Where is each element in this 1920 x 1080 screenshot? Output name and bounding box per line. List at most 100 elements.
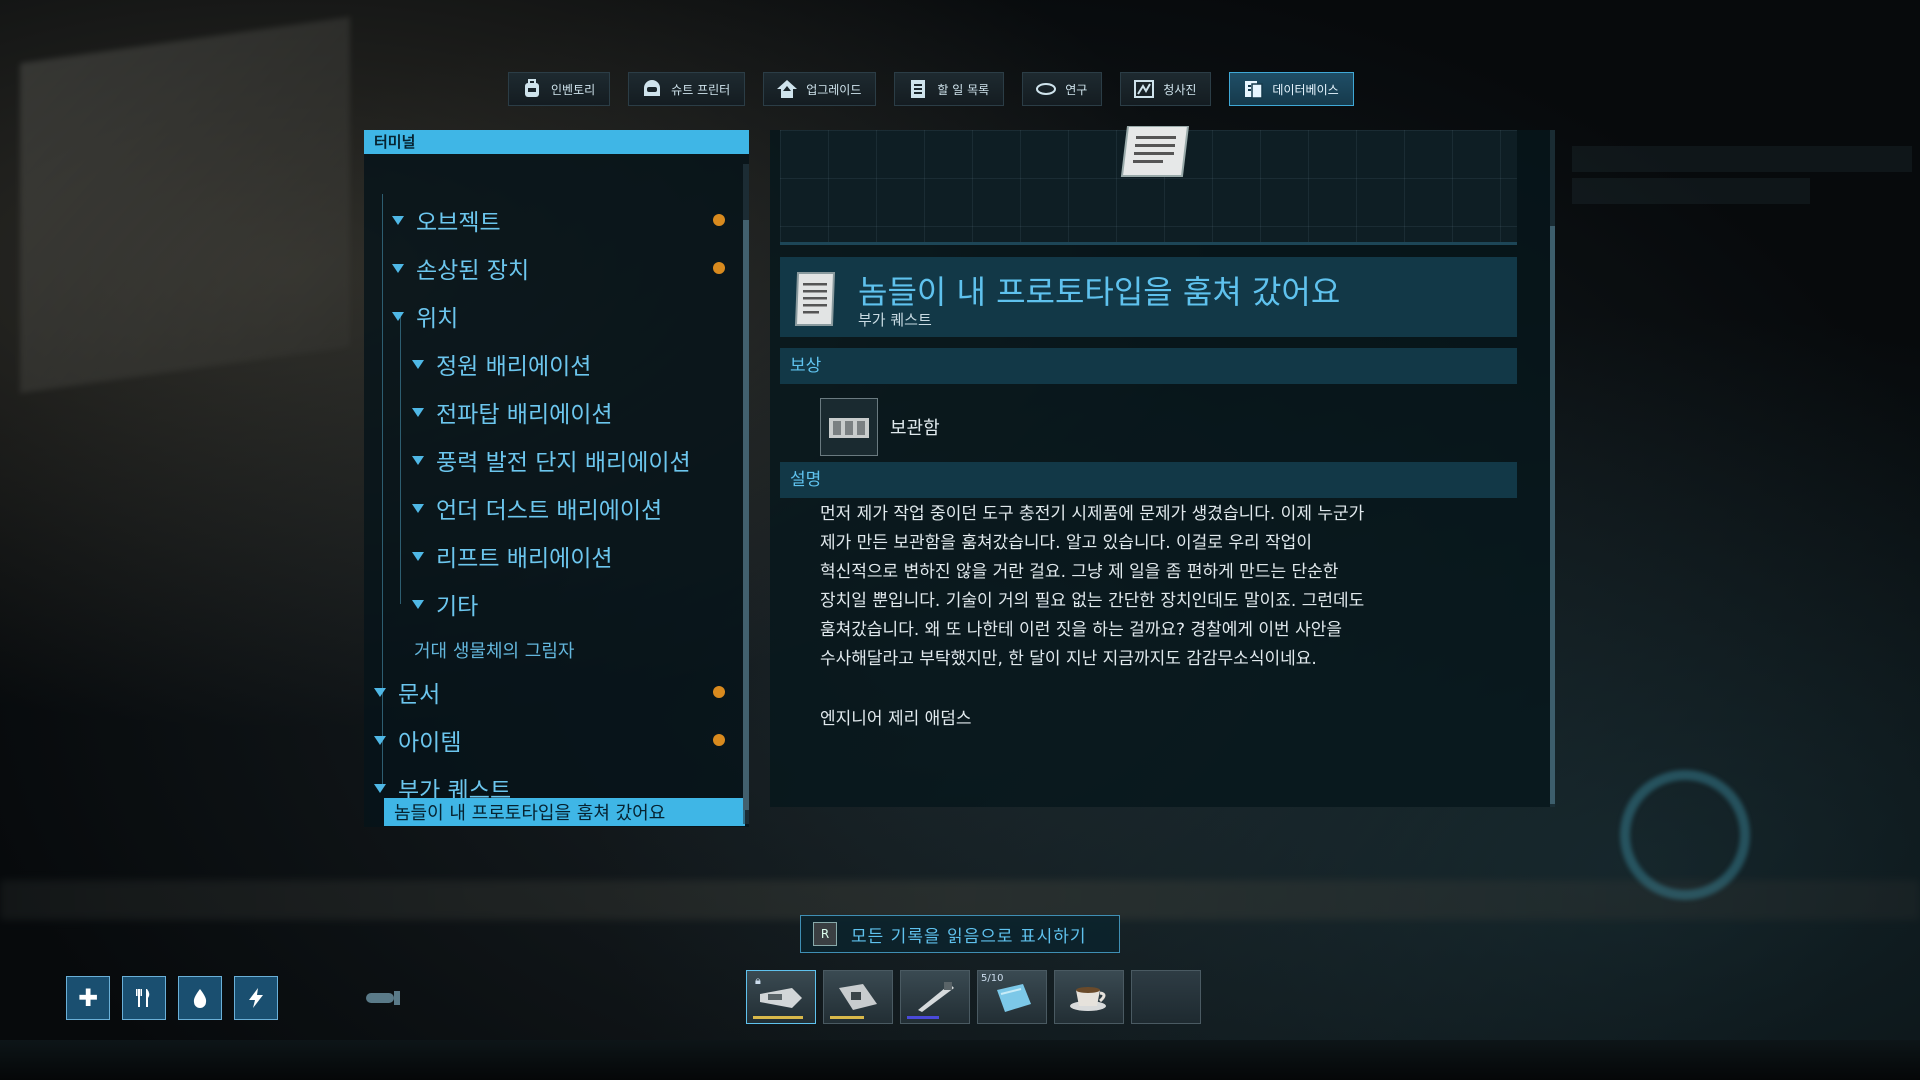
- tree-item-label: 언더 더스트 배리에이션: [436, 498, 663, 524]
- hotbar-slot-2[interactable]: [823, 970, 893, 1024]
- tree-item-garden-variation[interactable]: 정원 배리에이션: [412, 344, 731, 384]
- player-status-bar: ✚: [66, 976, 278, 1020]
- lock-icon: 🔒︎: [755, 974, 761, 987]
- description-section-header: 설명: [780, 462, 1517, 498]
- durability-bar: [753, 1016, 803, 1019]
- checklist-icon: [907, 78, 929, 100]
- tab-todo-list[interactable]: 할 일 목록: [894, 72, 1005, 106]
- tree-scrollbar-thumb[interactable]: [743, 220, 749, 810]
- chevron-down-icon: [374, 687, 386, 697]
- description-line: 수사해달라고 부탁했지만, 한 달이 지난 지금까지도 감감무소식이네요.: [820, 649, 1317, 669]
- health-icon: ✚: [66, 976, 110, 1020]
- chevron-down-icon: [374, 735, 386, 745]
- hotbar-slot-1[interactable]: 🔒︎: [746, 970, 816, 1024]
- entry-title-bar: 놈들이 내 프로토타입을 훔쳐 갔어요 부가 퀘스트: [780, 257, 1517, 337]
- background-ghost-panel: [1572, 140, 1912, 230]
- chevron-down-icon: [392, 215, 404, 225]
- tab-blueprint[interactable]: 청사진: [1120, 72, 1212, 106]
- tree-item-objects[interactable]: 오브젝트: [392, 200, 731, 240]
- ghost-row: [1572, 146, 1912, 172]
- tab-suit-printer[interactable]: 슈트 프린터: [628, 72, 746, 106]
- hotbar-slot-3[interactable]: [900, 970, 970, 1024]
- food-icon: [122, 976, 166, 1020]
- tab-upgrade[interactable]: 업그레이드: [763, 72, 877, 106]
- chevron-down-icon: [392, 311, 404, 321]
- mark-all-read-button[interactable]: R 모든 기록을 읽음으로 표시하기: [800, 915, 1120, 953]
- background-ring: [1620, 770, 1750, 900]
- key-hint: R: [813, 922, 837, 946]
- tree-item-misc[interactable]: 기타: [412, 584, 731, 624]
- water-icon: [178, 976, 222, 1020]
- background-pipe: [0, 880, 1920, 920]
- helmet-icon: [641, 78, 663, 100]
- unread-dot-icon: [713, 734, 725, 746]
- entry-description: 먼저 제가 작업 중이던 도구 충전기 시제품에 문제가 생겼습니다. 이제 누…: [820, 500, 1500, 674]
- reward-item: 보관함: [820, 398, 940, 456]
- tab-label: 인벤토리: [551, 82, 596, 97]
- tree-item-label: 거대 생물체의 그림자: [414, 641, 575, 662]
- tree-item-label: 리프트 배리에이션: [436, 546, 613, 572]
- hotbar: 🔒︎ 5/10: [746, 970, 1201, 1024]
- entry-signature: 엔지니어 제리 애덤스: [820, 709, 972, 729]
- hotbar-slot-4[interactable]: 5/10: [977, 970, 1047, 1024]
- hotbar-slot-6[interactable]: [1131, 970, 1201, 1024]
- top-tab-bar: 인벤토리 슈트 프린터 업그레이드 할 일 목록 연구 청사진 데이터베이스: [508, 72, 1354, 106]
- tree-item-label: 위치: [416, 306, 459, 332]
- tab-label: 할 일 목록: [937, 82, 990, 97]
- blueprint-icon: [1133, 78, 1155, 100]
- detail-scrollbar[interactable]: [1550, 130, 1555, 807]
- entry-category: 부가 퀘스트: [858, 311, 932, 329]
- terminal-header: 터미널: [364, 130, 749, 154]
- chevron-down-icon: [412, 503, 424, 513]
- tab-label: 데이터베이스: [1272, 82, 1339, 97]
- background-floor: [0, 1040, 1920, 1080]
- tree-item-label: 아이템: [398, 730, 462, 756]
- unread-dot-icon: [713, 214, 725, 226]
- durability-bar: [907, 1016, 939, 1019]
- chevron-down-icon: [412, 551, 424, 561]
- tree-scrollbar[interactable]: [743, 164, 749, 824]
- reward-section-header: 보상: [780, 348, 1517, 384]
- tab-label: 업그레이드: [806, 82, 862, 97]
- entry-preview: [780, 126, 1517, 245]
- entry-title: 놈들이 내 프로토타입을 훔쳐 갔어요: [858, 273, 1341, 311]
- tree-item-radio-tower-variation[interactable]: 전파탑 배리에이션: [412, 392, 731, 432]
- tree-item-label: 문서: [398, 682, 441, 708]
- tree-item-giant-creature-shadow[interactable]: 거대 생물체의 그림자: [414, 630, 731, 670]
- tree-item-damaged-devices[interactable]: 손상된 장치: [392, 248, 731, 288]
- tree-item-items[interactable]: 아이템: [374, 720, 731, 760]
- tab-label: 슈트 프린터: [671, 82, 731, 97]
- mark-all-read-label: 모든 기록을 읽음으로 표시하기: [851, 926, 1087, 947]
- upgrade-house-icon: [776, 78, 798, 100]
- durability-bar: [830, 1016, 864, 1019]
- tab-database[interactable]: 데이터베이스: [1229, 72, 1354, 106]
- tree-item-under-dust-variation[interactable]: 언더 더스트 배리에이션: [412, 488, 731, 528]
- drill-tool-icon: [760, 988, 802, 1008]
- tree-item-label: 풍력 발전 단지 배리에이션: [436, 450, 691, 476]
- tree-item-documents[interactable]: 문서: [374, 672, 731, 712]
- coffee-cup-icon: [1070, 987, 1106, 1011]
- database-icon: [1242, 78, 1264, 100]
- description-line: 제가 만든 보관함을 훔쳐갔습니다. 알고 있습니다. 이걸로 우리 작업이: [820, 533, 1312, 553]
- tab-label: 청사진: [1163, 82, 1197, 97]
- research-icon: [1035, 78, 1057, 100]
- tree-item-lift-variation[interactable]: 리프트 배리에이션: [412, 536, 731, 576]
- tree-item-label: 기타: [436, 594, 479, 620]
- entry-detail-panel: 놈들이 내 프로토타입을 훔쳐 갔어요 부가 퀘스트 보상 보관함 설명 먼저 …: [770, 126, 1555, 807]
- detail-scrollbar-thumb[interactable]: [1550, 226, 1555, 804]
- description-line: 장치일 뿐입니다. 기술이 거의 필요 없는 간단한 장치인데도 말이죠. 그런…: [820, 591, 1365, 611]
- tree-item-label: 손상된 장치: [416, 258, 530, 284]
- tree-item-selected-quest[interactable]: 놈들이 내 프로토타입을 훔쳐 갔어요: [384, 798, 745, 826]
- unread-dot-icon: [713, 686, 725, 698]
- chevron-down-icon: [392, 263, 404, 273]
- tree-item-wind-farm-variation[interactable]: 풍력 발전 단지 배리에이션: [412, 440, 731, 480]
- tree-item-locations[interactable]: 위치: [392, 296, 731, 336]
- tab-inventory[interactable]: 인벤토리: [508, 72, 611, 106]
- energy-icon: [234, 976, 278, 1020]
- tab-research[interactable]: 연구: [1022, 72, 1103, 106]
- hotbar-slot-5[interactable]: [1054, 970, 1124, 1024]
- terminal-panel: 터미널 오브젝트 손상된 장치 위치 정원 배리에이션 전파탑 배리에이션 풍력…: [364, 130, 749, 827]
- description-line: 훔쳐갔습니다. 왜 또 나한테 이런 짓을 하는 걸까요? 경찰에게 이번 사안…: [820, 620, 1343, 640]
- terminal-tree: 오브젝트 손상된 장치 위치 정원 배리에이션 전파탑 배리에이션 풍력 발전 …: [364, 154, 749, 818]
- ice-block-icon: [997, 984, 1031, 1012]
